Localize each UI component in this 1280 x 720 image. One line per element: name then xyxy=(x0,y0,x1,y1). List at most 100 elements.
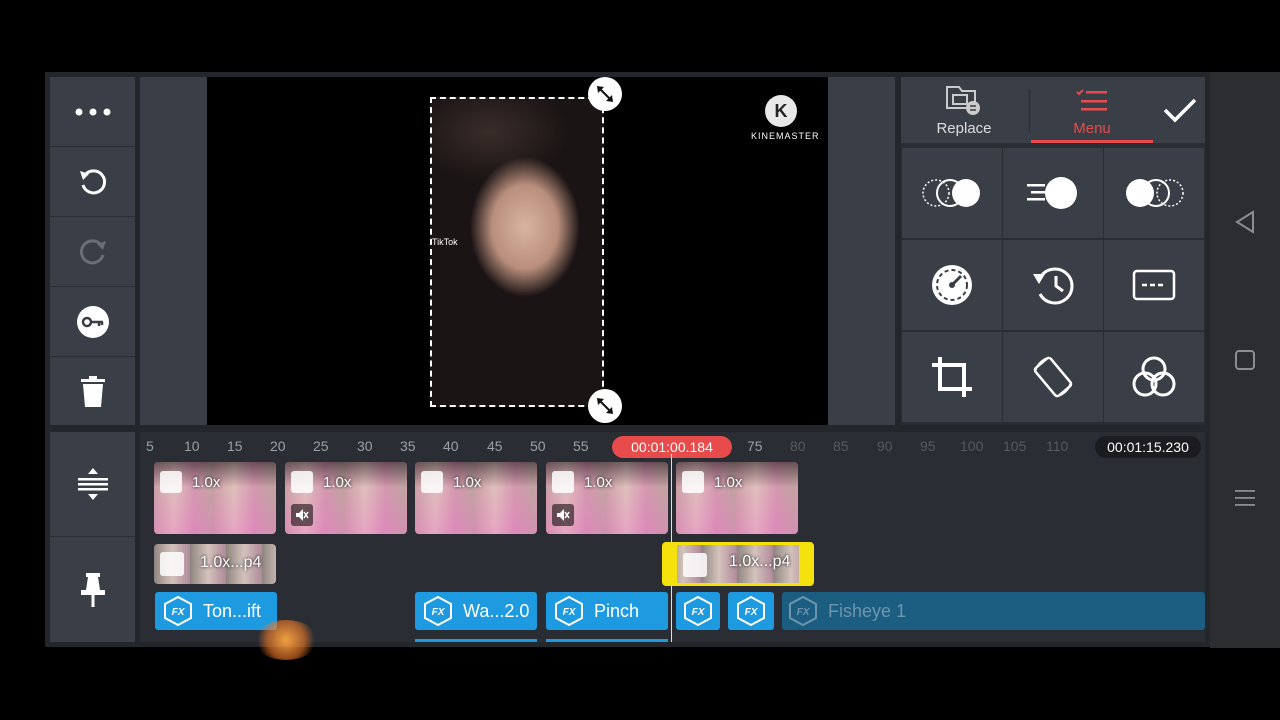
crop-button[interactable] xyxy=(902,332,1002,422)
back-triangle-icon xyxy=(1235,210,1254,234)
ruler-tick: 100 xyxy=(960,438,984,454)
trim-handle-right[interactable] xyxy=(799,545,811,583)
redo-icon xyxy=(79,238,106,264)
color-filter-button[interactable] xyxy=(1104,332,1204,422)
video-clip[interactable]: 1.0x xyxy=(154,462,276,534)
color-filter-icon xyxy=(1132,356,1176,397)
svg-text:FX: FX xyxy=(563,607,577,618)
pin-icon xyxy=(80,572,105,607)
rotate-icon xyxy=(1033,356,1073,398)
effect-clip[interactable]: FX xyxy=(676,592,720,630)
layer-selection-frame[interactable] xyxy=(430,97,604,407)
rotate-button[interactable] xyxy=(1003,332,1103,422)
mute-icon xyxy=(291,504,313,526)
film-icon xyxy=(682,471,704,493)
trash-icon xyxy=(80,375,105,407)
touch-indicator xyxy=(254,620,318,660)
fx-icon: FX xyxy=(788,596,818,626)
resize-arrows-icon xyxy=(597,86,613,102)
film-icon xyxy=(683,553,707,577)
tab-replace[interactable]: Replace xyxy=(901,77,1027,143)
undo-icon xyxy=(79,168,106,194)
keyframe-button[interactable] xyxy=(50,287,135,357)
film-icon xyxy=(421,471,443,493)
reverse-button[interactable] xyxy=(1003,240,1103,330)
menu-lines-icon xyxy=(1235,490,1255,506)
home-button[interactable] xyxy=(1210,340,1280,380)
fx-icon: FX xyxy=(163,596,193,626)
svg-text:FX: FX xyxy=(797,607,811,618)
motion-button[interactable] xyxy=(1003,148,1103,238)
right-panel-tabs: Replace Menu xyxy=(901,77,1205,143)
active-tab-underline xyxy=(1031,140,1153,143)
fx-icon: FX xyxy=(554,596,584,626)
undo-button[interactable] xyxy=(50,147,135,217)
split-button[interactable] xyxy=(50,432,135,537)
speed-button[interactable] xyxy=(902,240,1002,330)
ruler-tick: 40 xyxy=(443,438,459,454)
fx-icon: FX xyxy=(736,596,766,626)
more-button[interactable] xyxy=(50,77,135,147)
ruler-tick: 105 xyxy=(1003,438,1027,454)
effect-clip-dimmed[interactable]: FX Fisheye 1 xyxy=(782,592,1205,630)
clip-speed-label: 1.0x xyxy=(714,474,743,491)
pin-button[interactable] xyxy=(50,537,135,642)
replace-icon xyxy=(946,86,980,115)
clip-speed-label: 1.0x xyxy=(192,474,221,491)
check-icon xyxy=(1163,98,1197,123)
tab-divider xyxy=(1029,89,1030,133)
menu-list-icon xyxy=(1076,89,1107,111)
confirm-button[interactable] xyxy=(1155,77,1205,143)
caption-button[interactable] xyxy=(1104,240,1204,330)
out-animation-button[interactable] xyxy=(1104,148,1204,238)
ruler-tick: 110 xyxy=(1046,438,1069,454)
history-icon xyxy=(1033,267,1074,305)
delete-button[interactable] xyxy=(50,357,135,426)
playhead-time-badge: 00:01:00.184 xyxy=(612,436,732,458)
clip-speed-label: 1.0x xyxy=(453,474,482,491)
ruler-tick: 50 xyxy=(530,438,546,454)
ruler-tick: 80 xyxy=(790,438,806,454)
out-animation-icon xyxy=(1126,179,1184,207)
clip-speed-label: 1.0x xyxy=(584,474,613,491)
video-preview[interactable]: TikTok K KINEMASTER xyxy=(207,77,828,425)
effect-clip[interactable]: FX Pinch xyxy=(546,592,668,630)
caption-icon xyxy=(1132,269,1176,301)
trim-handle-left[interactable] xyxy=(665,545,677,583)
fx-icon: FX xyxy=(423,596,453,626)
recents-button[interactable] xyxy=(1210,478,1280,518)
video-clip[interactable]: 1.0x xyxy=(285,462,407,534)
crop-icon xyxy=(932,357,972,397)
film-icon xyxy=(160,471,182,493)
ruler-tick: 45 xyxy=(487,438,503,454)
effect-track-bar[interactable] xyxy=(415,639,537,642)
video-clip[interactable]: 1.0x xyxy=(546,462,668,534)
ruler-tick: 90 xyxy=(877,438,893,454)
ruler-tick: 25 xyxy=(313,438,329,454)
layer-clip[interactable]: 1.0x...p4 xyxy=(154,544,276,584)
video-clip[interactable]: 1.0x xyxy=(415,462,537,534)
key-icon xyxy=(76,305,109,338)
redo-button[interactable] xyxy=(50,217,135,287)
ruler-tick: 55 xyxy=(573,438,589,454)
system-nav-bar xyxy=(1210,72,1280,648)
in-animation-button[interactable] xyxy=(902,148,1002,238)
tab-menu[interactable]: Menu xyxy=(1031,77,1153,143)
in-animation-icon xyxy=(922,179,980,207)
effect-track-bar[interactable] xyxy=(546,639,668,642)
back-button[interactable] xyxy=(1210,202,1280,242)
effect-clip[interactable]: FX xyxy=(728,592,774,630)
ruler-tick: 5 xyxy=(146,438,154,454)
video-clip[interactable]: 1.0x xyxy=(676,462,798,534)
ruler-tick: 75 xyxy=(747,438,763,454)
ruler-tick: 15 xyxy=(227,438,243,454)
total-duration-badge: 00:01:15.230 xyxy=(1095,436,1201,458)
layer-clip-selected[interactable]: 1.0x...p4 xyxy=(662,542,814,586)
effect-clip[interactable]: FX Ton...ift xyxy=(155,592,277,630)
rotate-handle[interactable] xyxy=(588,77,622,111)
more-icon xyxy=(75,108,110,115)
fx-icon: FX xyxy=(683,596,713,626)
ruler-tick: 95 xyxy=(920,438,936,454)
resize-handle[interactable] xyxy=(588,389,622,423)
effect-clip[interactable]: FX Wa...2.0 xyxy=(415,592,537,630)
